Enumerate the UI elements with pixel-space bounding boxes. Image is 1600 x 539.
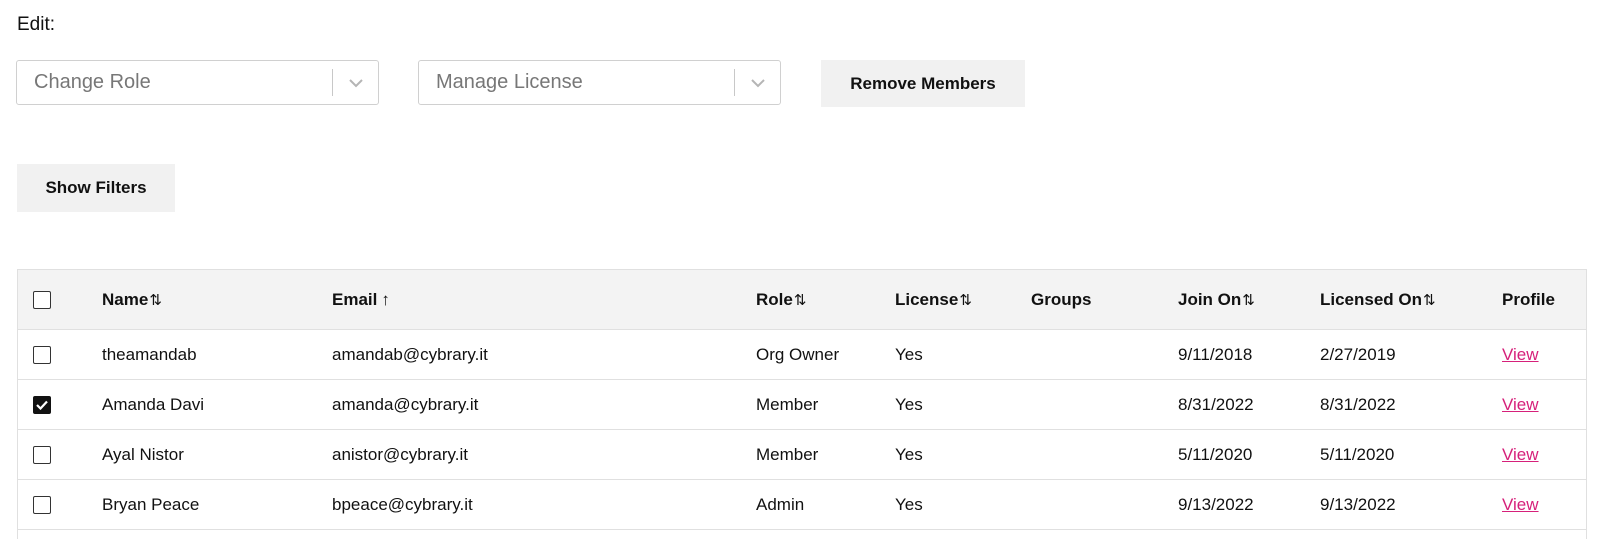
table-row: Amanda Davi amanda@cybrary.it Member Yes…	[18, 380, 1586, 430]
cell-role: Admin	[756, 494, 805, 514]
column-header-name[interactable]: Name ⇅	[102, 270, 162, 329]
cell-name: Amanda Davi	[102, 394, 205, 414]
select-all-checkbox[interactable]	[33, 290, 51, 309]
cell-role: Org Owner	[756, 344, 840, 364]
cell-license: Yes	[895, 394, 923, 414]
checkmark-icon	[36, 400, 48, 410]
cell-join-on: 9/11/2018	[1178, 344, 1253, 364]
sort-icon: ⇅	[959, 291, 972, 309]
sort-icon: ⇅	[1242, 291, 1255, 309]
cell-licensed-on: 5/11/2020	[1320, 444, 1395, 464]
column-header-join-on[interactable]: Join On ⇅	[1178, 270, 1255, 329]
row-checkbox[interactable]	[33, 495, 51, 514]
cell-name: Ayal Nistor	[102, 444, 184, 464]
view-profile-link[interactable]: View	[1502, 395, 1539, 415]
cell-license: Yes	[895, 494, 923, 514]
table-row: Ayal Nistor anistor@cybrary.it Member Ye…	[18, 430, 1586, 480]
cell-join-on: 5/11/2020	[1178, 444, 1253, 464]
chevron-down-icon[interactable]	[333, 60, 378, 105]
sort-icon: ⇅	[793, 291, 807, 309]
cell-license: Yes	[895, 444, 923, 464]
cell-licensed-on: 2/27/2019	[1320, 344, 1396, 364]
column-header-groups: Groups	[1031, 289, 1092, 309]
view-profile-link[interactable]: View	[1502, 445, 1539, 465]
cell-name: theamandab	[102, 344, 197, 364]
show-filters-button[interactable]: Show Filters	[17, 164, 175, 212]
change-role-select[interactable]: Change Role	[16, 60, 379, 105]
row-checkbox[interactable]	[33, 445, 51, 464]
cell-email: amanda@cybrary.it	[332, 394, 479, 414]
cell-join-on: 8/31/2022	[1178, 394, 1254, 414]
sort-ascending-icon: ↑	[381, 289, 390, 309]
table-row: theamandab amandab@cybrary.it Org Owner …	[18, 330, 1586, 380]
cell-license: Yes	[895, 344, 923, 364]
chevron-down-icon[interactable]	[735, 60, 780, 105]
change-role-placeholder: Change Role	[34, 71, 151, 93]
manage-license-placeholder: Manage License	[436, 71, 583, 93]
cell-licensed-on: 8/31/2022	[1320, 394, 1396, 414]
cell-role: Member	[756, 394, 819, 414]
row-checkbox[interactable]	[33, 395, 51, 414]
row-checkbox[interactable]	[33, 345, 51, 364]
cell-email: bpeace@cybrary.it	[332, 494, 473, 514]
table-row: Bryan Peace bpeace@cybrary.it Admin Yes …	[18, 480, 1586, 530]
members-page: Edit: Change Role Manage License Remove …	[0, 0, 1600, 539]
column-header-role[interactable]: Role ⇅	[756, 270, 807, 329]
manage-license-select[interactable]: Manage License	[418, 60, 781, 105]
cell-email: amandab@cybrary.it	[332, 344, 488, 364]
column-header-profile: Profile	[1502, 289, 1555, 309]
cell-join-on: 9/13/2022	[1178, 494, 1254, 514]
column-header-email[interactable]: Email ↑	[332, 270, 390, 329]
view-profile-link[interactable]: View	[1502, 495, 1539, 515]
cell-licensed-on: 9/13/2022	[1320, 494, 1396, 514]
cell-role: Member	[756, 444, 819, 464]
cell-email: anistor@cybrary.it	[332, 444, 468, 464]
sort-icon: ⇅	[1423, 291, 1436, 309]
column-header-licensed-on[interactable]: Licensed On ⇅	[1320, 270, 1436, 329]
view-profile-link[interactable]: View	[1502, 345, 1539, 365]
remove-members-button[interactable]: Remove Members	[821, 60, 1025, 107]
column-header-license[interactable]: License ⇅	[895, 270, 972, 329]
cell-name: Bryan Peace	[102, 494, 200, 514]
edit-label: Edit:	[17, 14, 56, 35]
sort-icon: ⇅	[149, 291, 162, 309]
members-table: Name ⇅ Email ↑ Role ⇅ License ⇅ Groups Join …	[17, 269, 1587, 539]
table-header-row: Name ⇅ Email ↑ Role ⇅ License ⇅ Groups Join …	[18, 270, 1586, 330]
